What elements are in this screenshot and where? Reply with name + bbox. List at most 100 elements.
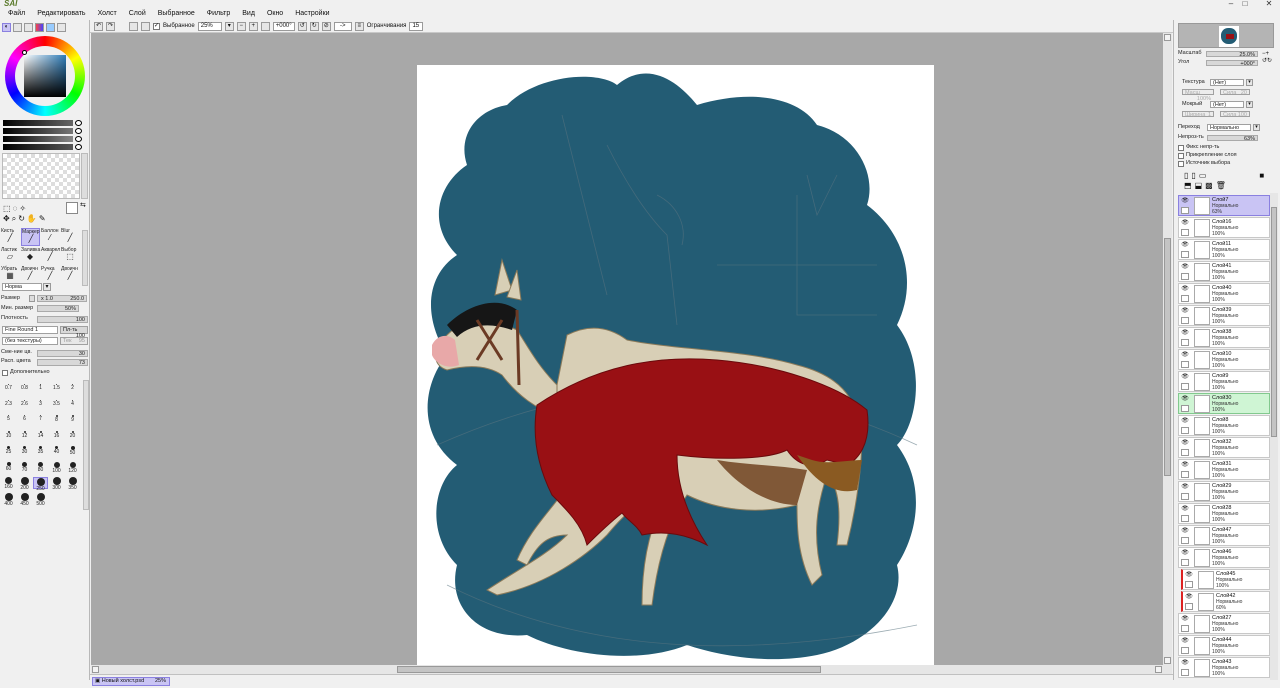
zoom-in-button[interactable]: + — [248, 21, 258, 31]
density-slider[interactable]: 100 — [37, 316, 88, 323]
zoom-out-button[interactable]: − — [236, 21, 246, 31]
layer-row[interactable]: 👁 Слой39 Нормально 100% — [1178, 305, 1270, 326]
layer-row[interactable]: 👁 Слой41 Нормально 100% — [1178, 261, 1270, 282]
hsv-slider-mode-button[interactable] — [24, 23, 33, 32]
eye-icon[interactable]: 👁 — [1181, 198, 1189, 205]
scratchpad-scrollbar[interactable] — [81, 153, 88, 199]
scroll-left-button[interactable] — [92, 666, 99, 673]
layer-lock-checkbox[interactable] — [1181, 317, 1189, 324]
slider-v[interactable] — [3, 136, 73, 142]
layer-row[interactable]: 👁 Слой47 Нормально 100% — [1178, 525, 1270, 546]
layer-lock-checkbox[interactable] — [1181, 537, 1189, 544]
brush-size-preset[interactable]: 12 — [17, 430, 32, 443]
blend-mode-dropdown-icon[interactable]: ▾ — [43, 283, 51, 291]
menu-edit[interactable]: Редактировать — [31, 8, 91, 20]
effect-select[interactable]: (Нет) — [1210, 101, 1244, 108]
layer-row[interactable]: 👁 Слой16 Нормально 100% — [1178, 217, 1270, 238]
zoom-dropdown-button[interactable]: ▾ — [224, 21, 234, 31]
invert-selection-button[interactable] — [141, 21, 150, 31]
eye-icon[interactable]: 👁 — [1181, 440, 1189, 447]
canvas-vertical-scrollbar[interactable] — [1163, 33, 1172, 665]
eye-icon[interactable]: 👁 — [1181, 396, 1189, 403]
texture-strength[interactable]: Тек 95 — [60, 337, 88, 345]
layer-row[interactable]: 👁 Слой42 Нормально 60% — [1181, 591, 1270, 612]
swatches-mode-button[interactable] — [46, 23, 55, 32]
eye-icon[interactable]: 👁 — [1181, 638, 1189, 645]
rgb-slider-mode-button[interactable] — [13, 23, 22, 32]
tool-brush[interactable]: Кисть ╱ — [1, 228, 20, 246]
eye-icon[interactable]: 👁 — [1181, 286, 1189, 293]
brush-size-preset[interactable]: 80 — [33, 461, 48, 474]
layer-lock-checkbox[interactable] — [1181, 515, 1189, 522]
layer-lock-checkbox[interactable] — [1181, 339, 1189, 346]
eye-icon[interactable]: 👁 — [1181, 220, 1189, 227]
eye-icon[interactable]: 👁 — [1181, 264, 1189, 271]
brush-size-preset[interactable]: 2.3 — [1, 399, 16, 412]
rotate-reset-button[interactable]: ⊘ — [321, 21, 331, 31]
blend-mode-select[interactable]: Норма — [2, 283, 42, 291]
texture-dropdown-icon[interactable]: ▾ — [1246, 79, 1253, 86]
brush-size-preset[interactable]: 9 — [65, 415, 80, 427]
brush-size-preset[interactable]: 35 — [33, 446, 48, 458]
eye-icon[interactable]: 👁 — [1181, 352, 1189, 359]
brush-size-preset[interactable]: 2.6 — [17, 399, 32, 412]
brush-size-preset[interactable]: 400 — [1, 492, 16, 506]
preserve-opacity-checkbox[interactable] — [1178, 145, 1184, 151]
layer-row[interactable]: 👁 Слой44 Нормально 100% — [1178, 635, 1270, 656]
navigator-preview[interactable] — [1178, 23, 1274, 48]
undo-button[interactable]: ↶ — [94, 21, 103, 31]
slider-a-knob[interactable] — [75, 144, 82, 150]
layer-row[interactable]: 👁 Слой40 Нормально 100% — [1178, 283, 1270, 304]
texture-select[interactable]: (без текстуры) — [2, 337, 58, 345]
layer-row[interactable]: 👁 Слой27 Нормально 100% — [1178, 613, 1270, 634]
magic-wand-icon[interactable]: ✧ — [19, 204, 28, 213]
brush-size-preset[interactable]: 40 — [49, 446, 64, 458]
scroll-down-button[interactable] — [1164, 657, 1171, 664]
effect-width[interactable]: Ширина 1 — [1182, 111, 1214, 118]
color-wheel[interactable] — [5, 36, 85, 116]
brush-shape-select[interactable]: Fine Round 1 — [2, 326, 58, 334]
brush-size-preset[interactable]: 100 — [49, 461, 64, 474]
slider-s-knob[interactable] — [75, 128, 82, 134]
document-tab[interactable]: ▣ Новый холст.psd 25% — [92, 677, 170, 686]
selection-source-checkbox[interactable] — [1178, 161, 1184, 167]
texture-strength[interactable]: Сила 20 — [1220, 89, 1250, 96]
hand-icon[interactable]: ✋ — [27, 214, 39, 223]
brush-size-scrollbar[interactable] — [83, 380, 89, 510]
brush-size-preset[interactable]: 250 — [33, 477, 48, 492]
advanced-checkbox[interactable] — [2, 370, 8, 376]
saturation-value-square[interactable] — [24, 55, 66, 97]
selection-checkbox[interactable]: ✓ — [153, 22, 160, 30]
move-icon[interactable]: ✥ — [3, 214, 12, 223]
hue-marker[interactable] — [22, 50, 27, 55]
brush-size-preset[interactable]: 60 — [1, 461, 16, 474]
nav-zoom-in-icon[interactable]: + — [1266, 51, 1270, 57]
scroll-up-button[interactable] — [1164, 34, 1171, 41]
swap-colors-icon[interactable]: ⇆ — [80, 202, 88, 210]
rotate-icon[interactable]: ↻ — [18, 214, 27, 223]
horizontal-scroll-thumb[interactable] — [397, 666, 821, 673]
vertical-scroll-thumb[interactable] — [1164, 238, 1171, 476]
layer-row[interactable]: 👁 Слой31 Нормально 100% — [1178, 459, 1270, 480]
layer-row[interactable]: 👁 Слой10 Нормально 100% — [1178, 349, 1270, 370]
layer-lock-checkbox[interactable] — [1181, 405, 1189, 412]
brush-size-preset[interactable]: 16 — [49, 430, 64, 443]
tool-binary-eraser[interactable]: Двоичн ╱ — [61, 266, 80, 284]
brush-size-preset[interactable]: 1 — [33, 384, 48, 396]
angle-field[interactable]: +000° — [272, 21, 295, 31]
eye-icon[interactable]: 👁 — [1181, 484, 1189, 491]
brush-size-preset[interactable]: 50 — [65, 446, 80, 458]
tool-marker[interactable]: Маркер ╱ — [21, 228, 40, 246]
brush-size-preset[interactable]: 8 — [49, 415, 64, 427]
layer-row[interactable]: 👁 Слой7 Нормально 63% — [1178, 195, 1270, 216]
layer-row[interactable]: 👁 Слой8 Нормально 100% — [1178, 415, 1270, 436]
eye-icon[interactable]: 👁 — [1181, 462, 1189, 469]
color-wheel-mode-button[interactable]: ◐ — [2, 23, 11, 32]
brush-size-preset[interactable]: 20 — [65, 430, 80, 443]
scratchpad[interactable] — [2, 153, 80, 199]
rect-select-icon[interactable]: ⬚ — [3, 204, 13, 213]
layer-lock-checkbox[interactable] — [1181, 669, 1189, 676]
zoom-field[interactable]: 25% — [197, 21, 222, 31]
layer-row[interactable]: 👁 Слой45 Нормально 100% — [1181, 569, 1270, 590]
layer-row[interactable]: 👁 Слой11 Нормально 100% — [1178, 239, 1270, 260]
